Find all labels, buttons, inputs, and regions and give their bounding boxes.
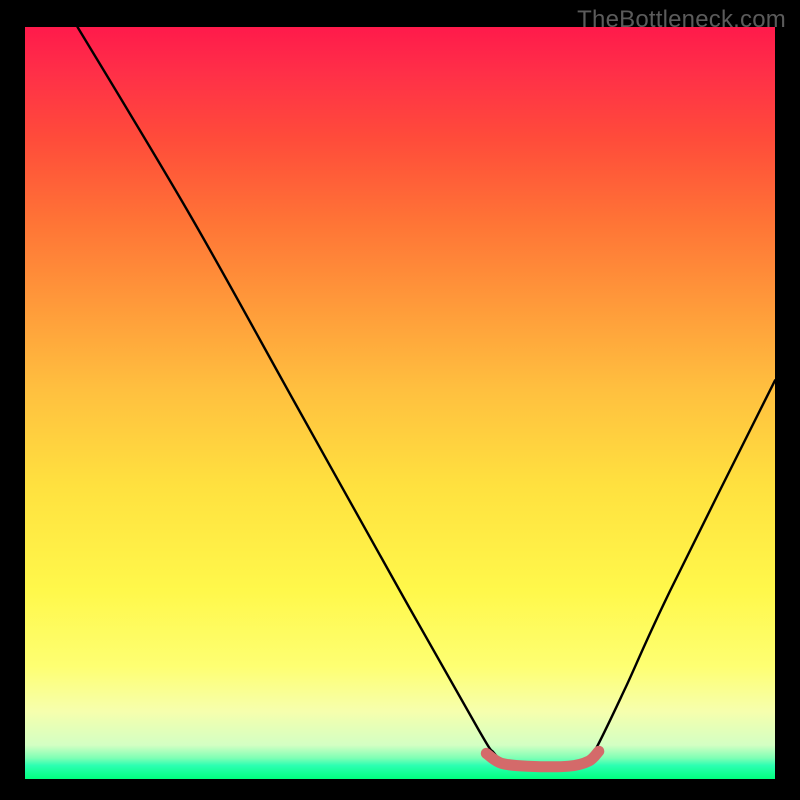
bottleneck-curve-path xyxy=(78,27,776,767)
chart-container: TheBottleneck.com xyxy=(0,0,800,800)
watermark-text: TheBottleneck.com xyxy=(577,6,786,34)
optimal-range-marker-path xyxy=(486,751,599,767)
plot-area xyxy=(25,27,775,779)
chart-overlay-svg xyxy=(25,27,775,779)
